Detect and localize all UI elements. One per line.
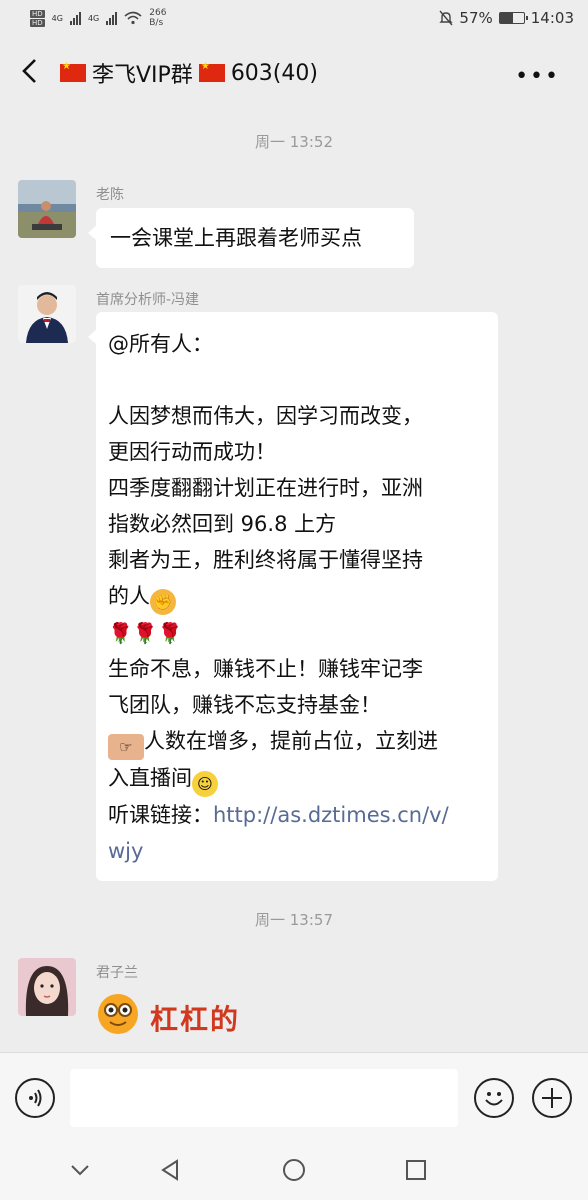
message-text: 一会课堂上再跟着老师买点 — [110, 226, 362, 250]
message-bubble[interactable]: @所有人： 人因梦想而伟大，因学习而改变， 更因行动而成功！ 四季度翻翻计划正在… — [88, 312, 498, 881]
avatar[interactable] — [18, 285, 76, 343]
emoji-icon[interactable] — [474, 1078, 514, 1118]
nav-home-icon[interactable] — [282, 1158, 306, 1182]
member-count: 603(40) — [230, 60, 318, 86]
hd-indicator: HD HD — [30, 9, 45, 27]
sticker-message[interactable]: 杠杠的 — [96, 988, 296, 1058]
clock: 14:03 — [530, 9, 574, 27]
input-bar — [0, 1052, 588, 1140]
link-label: 听课链接： — [108, 803, 213, 827]
wifi-icon — [124, 11, 142, 25]
network-type-2: 4G — [87, 13, 100, 23]
pointing-hand-icon: ☞ — [108, 734, 144, 760]
network-speed: 266 B/s — [149, 8, 167, 28]
sender-name: 首席分析师-冯建 — [96, 292, 200, 308]
grin-emoji-icon: ☺ — [192, 771, 218, 797]
fist-emoji-icon: ✊ — [150, 589, 176, 615]
motto-text: 人因梦想而伟大，因学习而改变， 更因行动而成功！ 四季度翻翻计划正在进行时，亚洲… — [108, 404, 423, 608]
slogan-text: 生命不息，赚钱不止！赚钱牢记李 飞团队，赚钱不忘支持基金！ — [108, 657, 423, 717]
system-nav-bar — [0, 1140, 588, 1200]
timestamp: 周一 13:57 — [255, 911, 333, 929]
nav-recents-icon[interactable] — [404, 1158, 428, 1182]
battery-icon — [498, 12, 528, 24]
message-input[interactable] — [70, 1069, 458, 1127]
china-flag-icon — [60, 61, 86, 82]
sticker-text: 杠杠的 — [150, 1003, 241, 1036]
china-flag-icon — [198, 61, 225, 82]
mute-bell-icon — [439, 10, 454, 26]
message-bubble[interactable]: 一会课堂上再跟着老师买点 — [88, 208, 414, 268]
network-type-1: 4G — [51, 13, 63, 23]
back-arrow-icon[interactable] — [18, 56, 42, 86]
signal-icon — [69, 11, 81, 25]
rose-emoji-icon: 🌹🌹🌹 — [108, 621, 183, 645]
voice-icon[interactable] — [15, 1078, 55, 1118]
battery-percent: 57% — [459, 9, 493, 27]
more-dots-icon[interactable]: ••• — [515, 64, 560, 89]
timestamp: 周一 13:52 — [255, 133, 333, 151]
chat-header: 李飞VIP群 603(40) ••• — [0, 44, 588, 100]
nav-back-icon[interactable] — [158, 1158, 182, 1182]
status-bar: HD HD 4G 4G 266 B/s 57% 14:03 — [0, 0, 588, 36]
chat-title: 李飞VIP群 603(40) — [60, 57, 318, 89]
avatar[interactable] — [18, 958, 76, 1016]
signal-icon-2 — [106, 11, 118, 25]
plus-icon[interactable] — [532, 1078, 572, 1118]
group-name: 李飞VIP群 — [92, 63, 193, 88]
mention-line: @所有人： — [108, 332, 213, 356]
sender-name: 老陈 — [96, 187, 124, 203]
sender-name: 君子兰 — [96, 965, 138, 981]
hide-keyboard-icon[interactable] — [68, 1158, 92, 1182]
avatar[interactable] — [18, 180, 76, 238]
invite-text: 人数在增多，提前占位，立刻进 入直播间 — [108, 729, 438, 790]
